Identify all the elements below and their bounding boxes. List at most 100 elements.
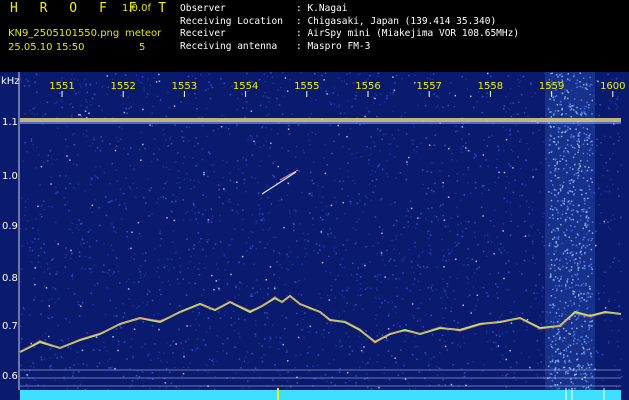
noise-dot [381, 302, 383, 304]
noise-dot [205, 89, 207, 91]
noise-dot [449, 146, 451, 149]
noise-dot [239, 281, 241, 283]
noise-dot [417, 264, 419, 266]
noise-dot [284, 77, 287, 79]
noise-dot [209, 152, 211, 155]
carrier-line-faint [20, 122, 621, 124]
noise-dot [380, 281, 383, 283]
noise-dot [21, 337, 23, 340]
noise-dot [129, 164, 132, 167]
noise-dot [462, 173, 465, 176]
noise-dot [444, 289, 446, 292]
noise-dot [376, 253, 378, 255]
noise-dot [265, 279, 267, 281]
noise-dot [237, 203, 239, 206]
noise-dot [119, 138, 121, 140]
noise-dot [420, 302, 423, 304]
noise-dot [496, 236, 499, 238]
noise-dot [372, 191, 374, 194]
noise-dot [609, 99, 611, 102]
noise-dot [617, 132, 619, 135]
noise-dot [520, 167, 522, 170]
noise-dot [498, 171, 500, 174]
noise-dot [218, 289, 221, 291]
noise-dot [228, 198, 231, 201]
noise-dot [79, 383, 82, 386]
noise-dot [512, 167, 514, 169]
noise-dot [467, 296, 469, 298]
noise-dot [263, 144, 265, 146]
noise-dot [163, 352, 165, 354]
noise-dot [532, 257, 534, 259]
noise-dot [334, 196, 336, 199]
noise-dot [155, 123, 157, 126]
noise-dot [467, 149, 470, 152]
noise-dot [428, 252, 430, 254]
noise-dot [151, 324, 154, 327]
noise-dot [89, 84, 92, 86]
noise-dot [332, 92, 335, 94]
noise-dot [415, 150, 418, 153]
noise-dot [416, 320, 419, 322]
noise-dot [329, 124, 331, 127]
noise-dot [260, 197, 262, 199]
noise-dot [528, 233, 530, 236]
noise-dot [185, 212, 187, 215]
noise-dot [448, 92, 451, 95]
noise-dot [140, 159, 142, 161]
noise-dot [527, 115, 529, 118]
noise-dot [330, 381, 332, 384]
noise-dot [368, 233, 371, 235]
noise-dot [620, 270, 622, 273]
noise-dot [26, 242, 29, 244]
noise-dot [492, 331, 494, 333]
noise-dot [179, 257, 181, 259]
noise-dot [201, 294, 203, 296]
noise-dot [287, 360, 289, 362]
noise-dot [520, 138, 522, 141]
noise-dot [81, 267, 84, 270]
noise-dot [452, 363, 454, 366]
noise-dot [318, 293, 321, 295]
noise-dot [152, 105, 155, 108]
noise-dot [325, 206, 328, 208]
noise-dot [341, 258, 344, 260]
noise-dot [115, 198, 117, 201]
noise-dot [170, 258, 173, 261]
noise-dot [509, 102, 512, 105]
noise-dot [395, 306, 397, 308]
noise-dot [227, 200, 229, 203]
noise-dot [362, 351, 364, 353]
noise-dot [95, 176, 97, 178]
noise-dot [442, 317, 445, 319]
noise-dot [164, 182, 166, 185]
noise-dot [537, 362, 539, 365]
noise-dot [374, 185, 377, 187]
noise-dot [222, 159, 224, 162]
noise-dot [466, 257, 468, 260]
noise-dot [363, 346, 365, 348]
noise-dot [347, 100, 349, 103]
noise-dot [415, 345, 418, 347]
noise-dot [505, 138, 508, 141]
noise-dot [481, 186, 484, 189]
noise-dot [104, 271, 106, 274]
noise-dot [347, 195, 349, 197]
noise-dot [64, 138, 67, 141]
noise-dot [246, 250, 248, 252]
noise-dot [279, 336, 281, 339]
noise-dot [501, 282, 503, 284]
noise-dot [30, 140, 33, 142]
noise-dot [362, 308, 364, 310]
noise-dot [293, 229, 295, 232]
noise-dot [370, 388, 373, 390]
noise-dot [365, 246, 367, 248]
noise-dot [33, 299, 35, 301]
noise-dot [373, 96, 375, 99]
noise-dot [471, 258, 473, 261]
noise-dot [107, 201, 110, 204]
noise-dot [52, 258, 54, 260]
noise-dot [69, 159, 71, 161]
noise-dot [149, 124, 151, 126]
noise-dot [234, 228, 236, 230]
